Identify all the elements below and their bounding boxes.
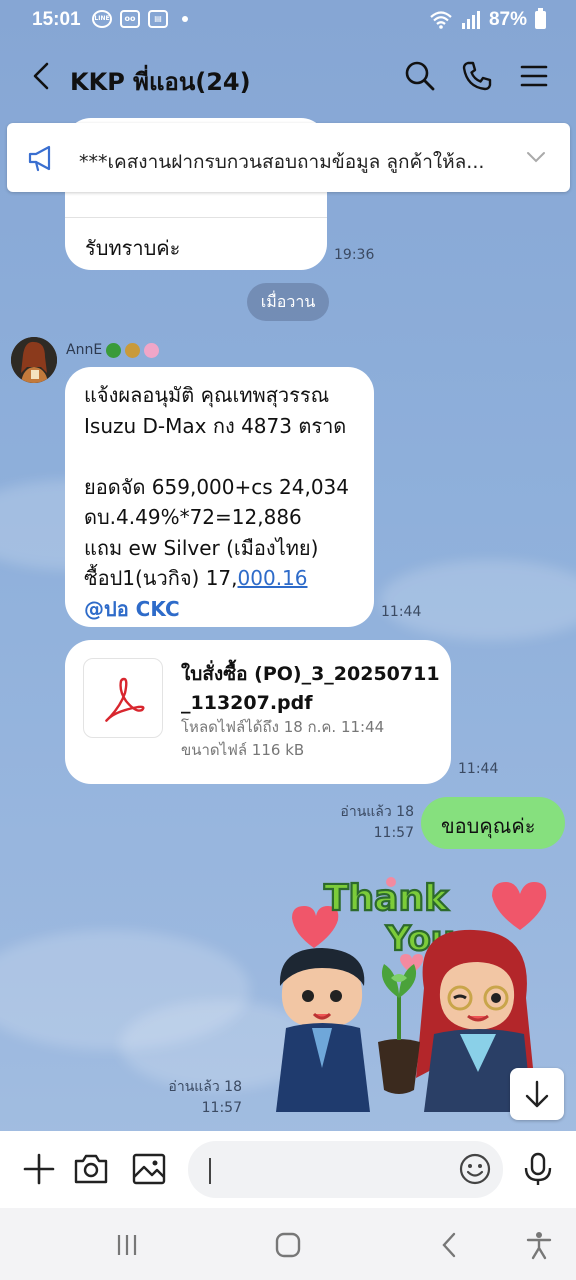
chat-header: KKP พี่แอน(24) [0,44,576,110]
file-download-expiry: โหลดไฟล์ได้ถึง 18 ก.ค. 11:44 [181,718,385,736]
reply-divider [65,217,327,218]
emoji-icon[interactable] [457,1151,493,1187]
message-line [84,441,349,472]
announcement-banner[interactable]: ***เคสงานฝากรบกวนสอบถามข้อมูล ลูกค้าให้ล… [7,123,570,192]
file-meta: โหลดไฟล์ได้ถึง 18 ก.ค. 11:44 ขนาดไฟล์ 11… [181,716,384,762]
signal-icon [461,11,480,29]
text-cursor [209,1158,211,1184]
plus-icon[interactable] [21,1151,57,1187]
recent-apps-icon[interactable] [112,1230,142,1260]
pdf-file-icon [83,658,163,738]
accessibility-icon[interactable] [524,1230,554,1260]
money-bag-emoji-icon [125,342,141,358]
news-notification-icon: ▤ [148,10,168,28]
message-input-bar [0,1131,576,1208]
message-line: ยอดจัด 659,000+cs 24,034 [84,474,349,499]
date-divider: เมื่อวาน [247,283,329,321]
incoming-message-bubble[interactable]: แจ้งผลอนุมัติ คุณเทพสุวรรณ Isuzu D-Max ก… [65,367,374,627]
phone-number-link[interactable]: 000.16 [238,566,308,590]
announcement-text: ***เคสงานฝากรบกวนสอบถามข้อมูล ลูกค้าให้ล… [79,151,485,173]
line-notification-icon: LINE [92,10,112,28]
search-icon[interactable] [402,58,438,94]
camera-icon[interactable] [73,1151,109,1187]
menu-icon[interactable] [516,58,552,94]
system-navigation-bar [0,1208,576,1280]
wifi-icon [430,11,452,29]
sticker-text: Thank [324,878,449,919]
message-input[interactable] [188,1141,503,1198]
more-notifications-dot [182,16,188,22]
battery-percent: 87% [488,9,527,30]
file-message-bubble[interactable]: ใบสั่งซื้อ (PO)_3_20250711 _113207.pdf โ… [65,640,451,784]
message-line: แจ้งผลอนุมัติ คุณเทพสุวรรณ [84,383,330,407]
file-name: ใบสั่งซื้อ (PO)_3_20250711 _113207.pdf [181,663,440,714]
megaphone-icon [28,145,51,172]
avatar[interactable] [11,337,57,383]
read-receipt: อ่านแล้ว 18 11:57 [168,1079,242,1116]
chevron-down-icon[interactable] [524,145,548,169]
home-icon[interactable] [273,1230,303,1260]
phone-icon[interactable] [459,58,495,94]
battery-icon [535,8,546,29]
message-line: แถม ew Silver (เมืองไทย) [84,535,319,560]
status-time: 15:01 [32,9,81,30]
message-text: รับทราบค่ะ [85,236,181,260]
status-bar: 15:01 LINE oo ▤ 87% [0,0,576,40]
message-time: 11:44 [381,604,422,620]
blossom-emoji-icon [144,342,160,358]
outgoing-message-bubble[interactable]: ขอบคุณค่ะ [421,797,565,849]
mention-link[interactable]: @ปอ CKC [84,594,349,625]
system-icons: 87% [429,8,546,31]
microphone-icon[interactable] [520,1151,556,1187]
message-line: Isuzu D-Max กง 4873 ตราด [84,413,347,438]
message-time: 19:36 [334,247,375,263]
message-line: ดบ.4.49%*72=12,886 [84,505,302,529]
message-time: 11:44 [458,761,499,777]
read-receipt: อ่านแล้ว 18 11:57 [340,804,414,841]
sender-name: AnnE [66,342,160,358]
notification-icons: LINE oo ▤ [92,10,188,28]
back-icon[interactable] [24,58,60,94]
message-line: ซื้อป1(นวกิจ) 17,000.16 [84,566,308,590]
palm-emoji-icon [106,342,122,358]
chat-title: KKP พี่แอน(24) [70,68,251,96]
message-text: ขอบคุณค่ะ [441,814,536,838]
image-icon[interactable] [131,1151,167,1187]
voicemail-notification-icon: oo [120,10,140,28]
file-size: ขนาดไฟล์ 116 kB [181,741,305,759]
nav-back-icon[interactable] [435,1230,465,1260]
arrow-down-icon [525,1080,549,1108]
scroll-to-bottom-button[interactable] [510,1068,564,1120]
